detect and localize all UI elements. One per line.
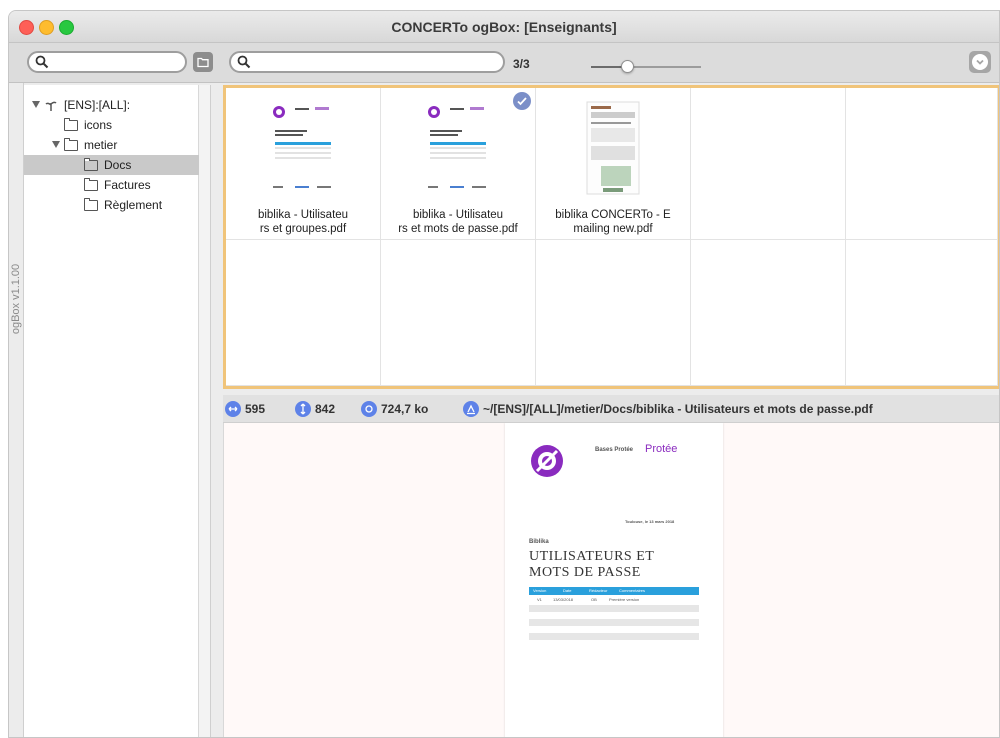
tree-item[interactable]: icons	[24, 115, 199, 135]
options-button[interactable]	[969, 51, 991, 73]
tree-item[interactable]: Factures	[24, 175, 199, 195]
tree-item-label: Docs	[104, 158, 132, 172]
preview-table-header: Version Date Rédacteur Commentaires	[529, 587, 699, 595]
folder-button[interactable]	[193, 52, 213, 72]
pdf-preview[interactable]: Bases Protée Protée Toulouse, le 13 mars…	[223, 423, 999, 737]
file-name-line: biblika - Utilisateu	[412, 209, 504, 221]
file-name-line: rs et groupes.pdf	[259, 223, 347, 235]
preview-table-band	[529, 619, 699, 626]
preview-table-band	[529, 633, 699, 640]
app-window: CONCERTo ogBox: [Enseignants] 3/3 ogBox …	[8, 10, 1000, 738]
disclosure-triangle-icon[interactable]	[32, 101, 40, 108]
search-icon	[35, 55, 49, 69]
file-search-input[interactable]	[255, 54, 477, 70]
version-label: ogBox v1.1.00	[10, 263, 23, 335]
empty-tile	[381, 240, 536, 386]
folder-icon	[84, 198, 98, 211]
file-name: biblika - Utilisateu rs et groupes.pdf	[230, 208, 376, 236]
empty-tile	[691, 240, 846, 386]
height-icon	[295, 401, 311, 417]
preview-table-band	[529, 605, 699, 612]
tree-item[interactable]: Docs	[24, 155, 199, 175]
tree-item-label: Règlement	[104, 198, 163, 212]
file-size: 724,7 ko	[381, 402, 429, 416]
folder-icon	[64, 138, 78, 151]
folder-icon	[64, 118, 78, 131]
file-thumbnail	[577, 100, 649, 196]
folder-icon	[197, 57, 209, 68]
title-bar: CONCERTo ogBox: [Enseignants]	[9, 11, 999, 43]
pdf-page: Bases Protée Protée Toulouse, le 13 mars…	[505, 423, 723, 737]
preview-title-line2: MOTS DE PASSE	[529, 565, 641, 580]
preview-section: Biblika	[529, 539, 549, 545]
preview-title-line1: UTILISATEURS ET	[529, 549, 655, 564]
file-grid: biblika - Utilisateu rs et groupes.pdf bib…	[223, 85, 999, 389]
window-title: CONCERTo ogBox: [Enseignants]	[391, 19, 617, 35]
tree-item-label: icons	[84, 118, 113, 132]
file-name-line: biblika - Utilisateu	[257, 209, 349, 221]
path-icon	[463, 401, 479, 417]
file-tile[interactable]: biblika - Utilisateu rs et mots de passe.…	[381, 88, 536, 240]
empty-tile	[226, 240, 381, 386]
file-tile[interactable]: biblika - Utilisateu rs et groupes.pdf	[226, 88, 381, 240]
tree-search-box[interactable]	[27, 51, 187, 73]
preview-brand: Protée	[645, 443, 678, 455]
file-name: biblika - Utilisateu rs et mots de passe.…	[385, 208, 531, 236]
zoom-slider-track[interactable]	[591, 66, 701, 68]
empty-tile	[691, 88, 846, 240]
file-thumbnail	[267, 100, 339, 196]
chevron-down-icon	[972, 54, 988, 70]
tree-search-input[interactable]	[53, 54, 182, 70]
empty-tile	[846, 88, 998, 240]
folder-tree: [ENS]:[ALL]: icons metier Docs Factures Règle…	[24, 85, 199, 737]
tree-item[interactable]: metier	[24, 135, 199, 155]
empty-tile	[536, 240, 691, 386]
disclosure-triangle-icon[interactable]	[52, 141, 60, 148]
tree-item[interactable]: [ENS]:[ALL]:	[24, 95, 199, 115]
toolbar: 3/3	[9, 43, 999, 83]
info-bar: 595 842 724,7 ko ~/[ENS]/[ALL]/metier/Do…	[223, 395, 999, 423]
file-name-line: biblika CONCERTo - E	[555, 209, 671, 221]
search-icon	[237, 55, 251, 69]
file-name-line: mailing new.pdf	[573, 223, 653, 235]
checkmark-icon[interactable]	[513, 92, 531, 110]
preview-date: Toulouse, le 13 mars 2018	[625, 519, 675, 524]
size-icon	[361, 401, 377, 417]
tree-item-label: [ENS]:[ALL]:	[64, 98, 131, 112]
tree-item-label: metier	[84, 138, 118, 152]
page-height: 842	[315, 402, 336, 416]
width-icon	[225, 401, 241, 417]
tree-scrollbar[interactable]	[199, 85, 211, 737]
protee-logo-icon	[531, 445, 563, 477]
page-width: 595	[245, 402, 266, 416]
file-path: ~/[ENS]/[ALL]/metier/Docs/biblika - Util…	[483, 402, 873, 416]
file-name-line: rs et mots de passe.pdf	[398, 223, 518, 235]
preview-header-left: Bases Protée	[595, 447, 634, 453]
plant-icon	[45, 101, 57, 111]
folder-icon	[84, 158, 98, 171]
version-sidebar: ogBox v1.1.00	[9, 83, 24, 737]
folder-icon	[84, 178, 98, 191]
result-count: 3/3	[513, 57, 530, 71]
file-thumbnail	[422, 100, 494, 196]
zoom-slider-knob[interactable]	[621, 60, 635, 73]
tree-item-label: Factures	[104, 178, 151, 192]
tree-item[interactable]: Règlement	[24, 195, 199, 215]
preview-table-row: V1 13/03/2018 OB Première version	[537, 597, 640, 602]
file-tile[interactable]: biblika CONCERTo - E mailing new.pdf	[536, 88, 691, 240]
file-name: biblika CONCERTo - E mailing new.pdf	[540, 208, 686, 236]
file-search-box[interactable]	[229, 51, 505, 73]
empty-tile	[846, 240, 998, 386]
